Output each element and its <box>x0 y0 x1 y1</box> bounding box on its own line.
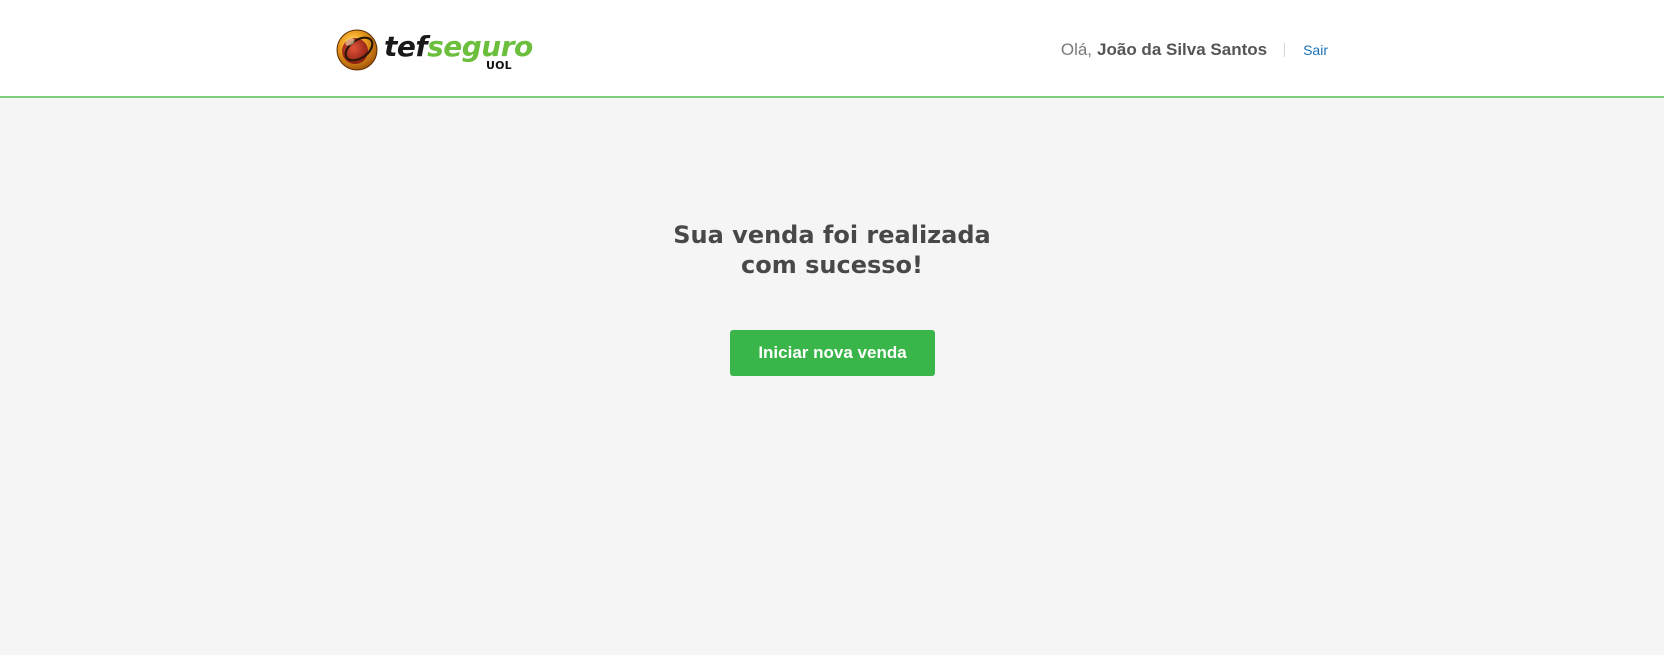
success-message-line1: Sua venda foi realizada <box>673 221 991 249</box>
user-name: João da Silva Santos <box>1097 40 1268 59</box>
main-content: Sua venda foi realizada com sucesso! Ini… <box>0 98 1664 655</box>
page: tefseguro UOL Olá, João da Silva Santos … <box>0 0 1664 655</box>
success-message: Sua venda foi realizada com sucesso! <box>632 220 1032 280</box>
brand-wordmark-seguro: seguro <box>427 30 533 63</box>
new-sale-button[interactable]: Iniciar nova venda <box>730 330 935 376</box>
logout-link[interactable]: Sair <box>1303 42 1328 58</box>
brand-logo-link[interactable]: tefseguro UOL <box>336 28 533 74</box>
greeting-text: Olá, <box>1060 40 1093 59</box>
user-area: Olá, João da Silva Santos Sair <box>1061 37 1328 63</box>
brand-sublabel: UOL <box>486 59 512 72</box>
success-message-line2: com sucesso! <box>741 251 923 279</box>
header-divider <box>1284 43 1286 57</box>
brand-wordmark-tef: tef <box>384 30 428 63</box>
uol-logo-icon <box>336 29 378 71</box>
top-header: tefseguro UOL Olá, João da Silva Santos … <box>0 0 1664 98</box>
